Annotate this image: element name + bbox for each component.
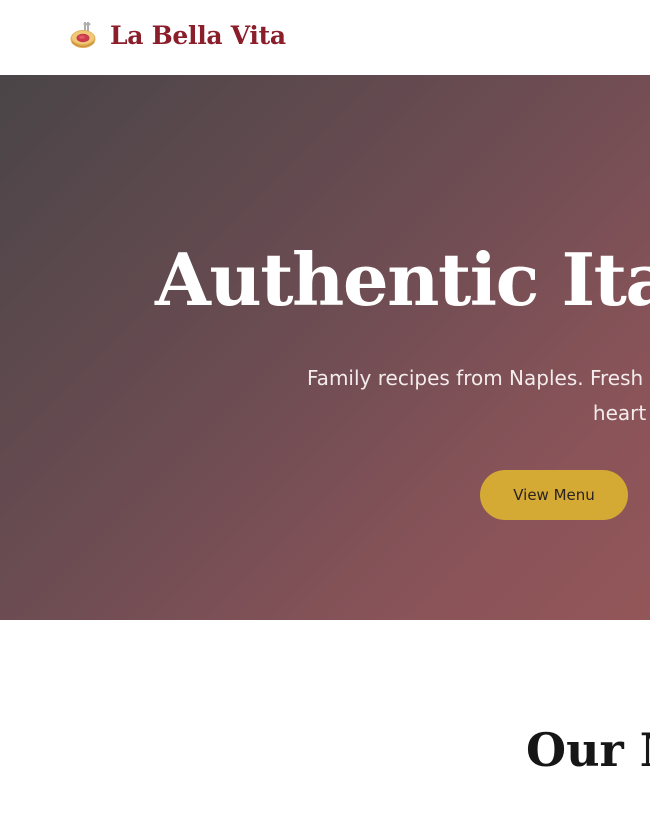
spaghetti-bowl-icon [70,22,96,48]
menu-section-title: Our Menu [526,723,650,777]
hero-section: Authentic Italian Family recipes from Na… [0,75,650,620]
site-header: La Bella Vita [0,0,650,75]
brand-logo-link[interactable]: La Bella Vita [68,17,286,53]
view-menu-button[interactable]: View Menu [480,470,628,520]
hero-title: Authentic Italian [155,237,650,322]
hero-subtitle: Family recipes from Naples. Fresh ingred… [307,366,650,425]
brand-name: La Bella Vita [110,20,286,50]
menu-section: Our Menu [0,620,650,833]
